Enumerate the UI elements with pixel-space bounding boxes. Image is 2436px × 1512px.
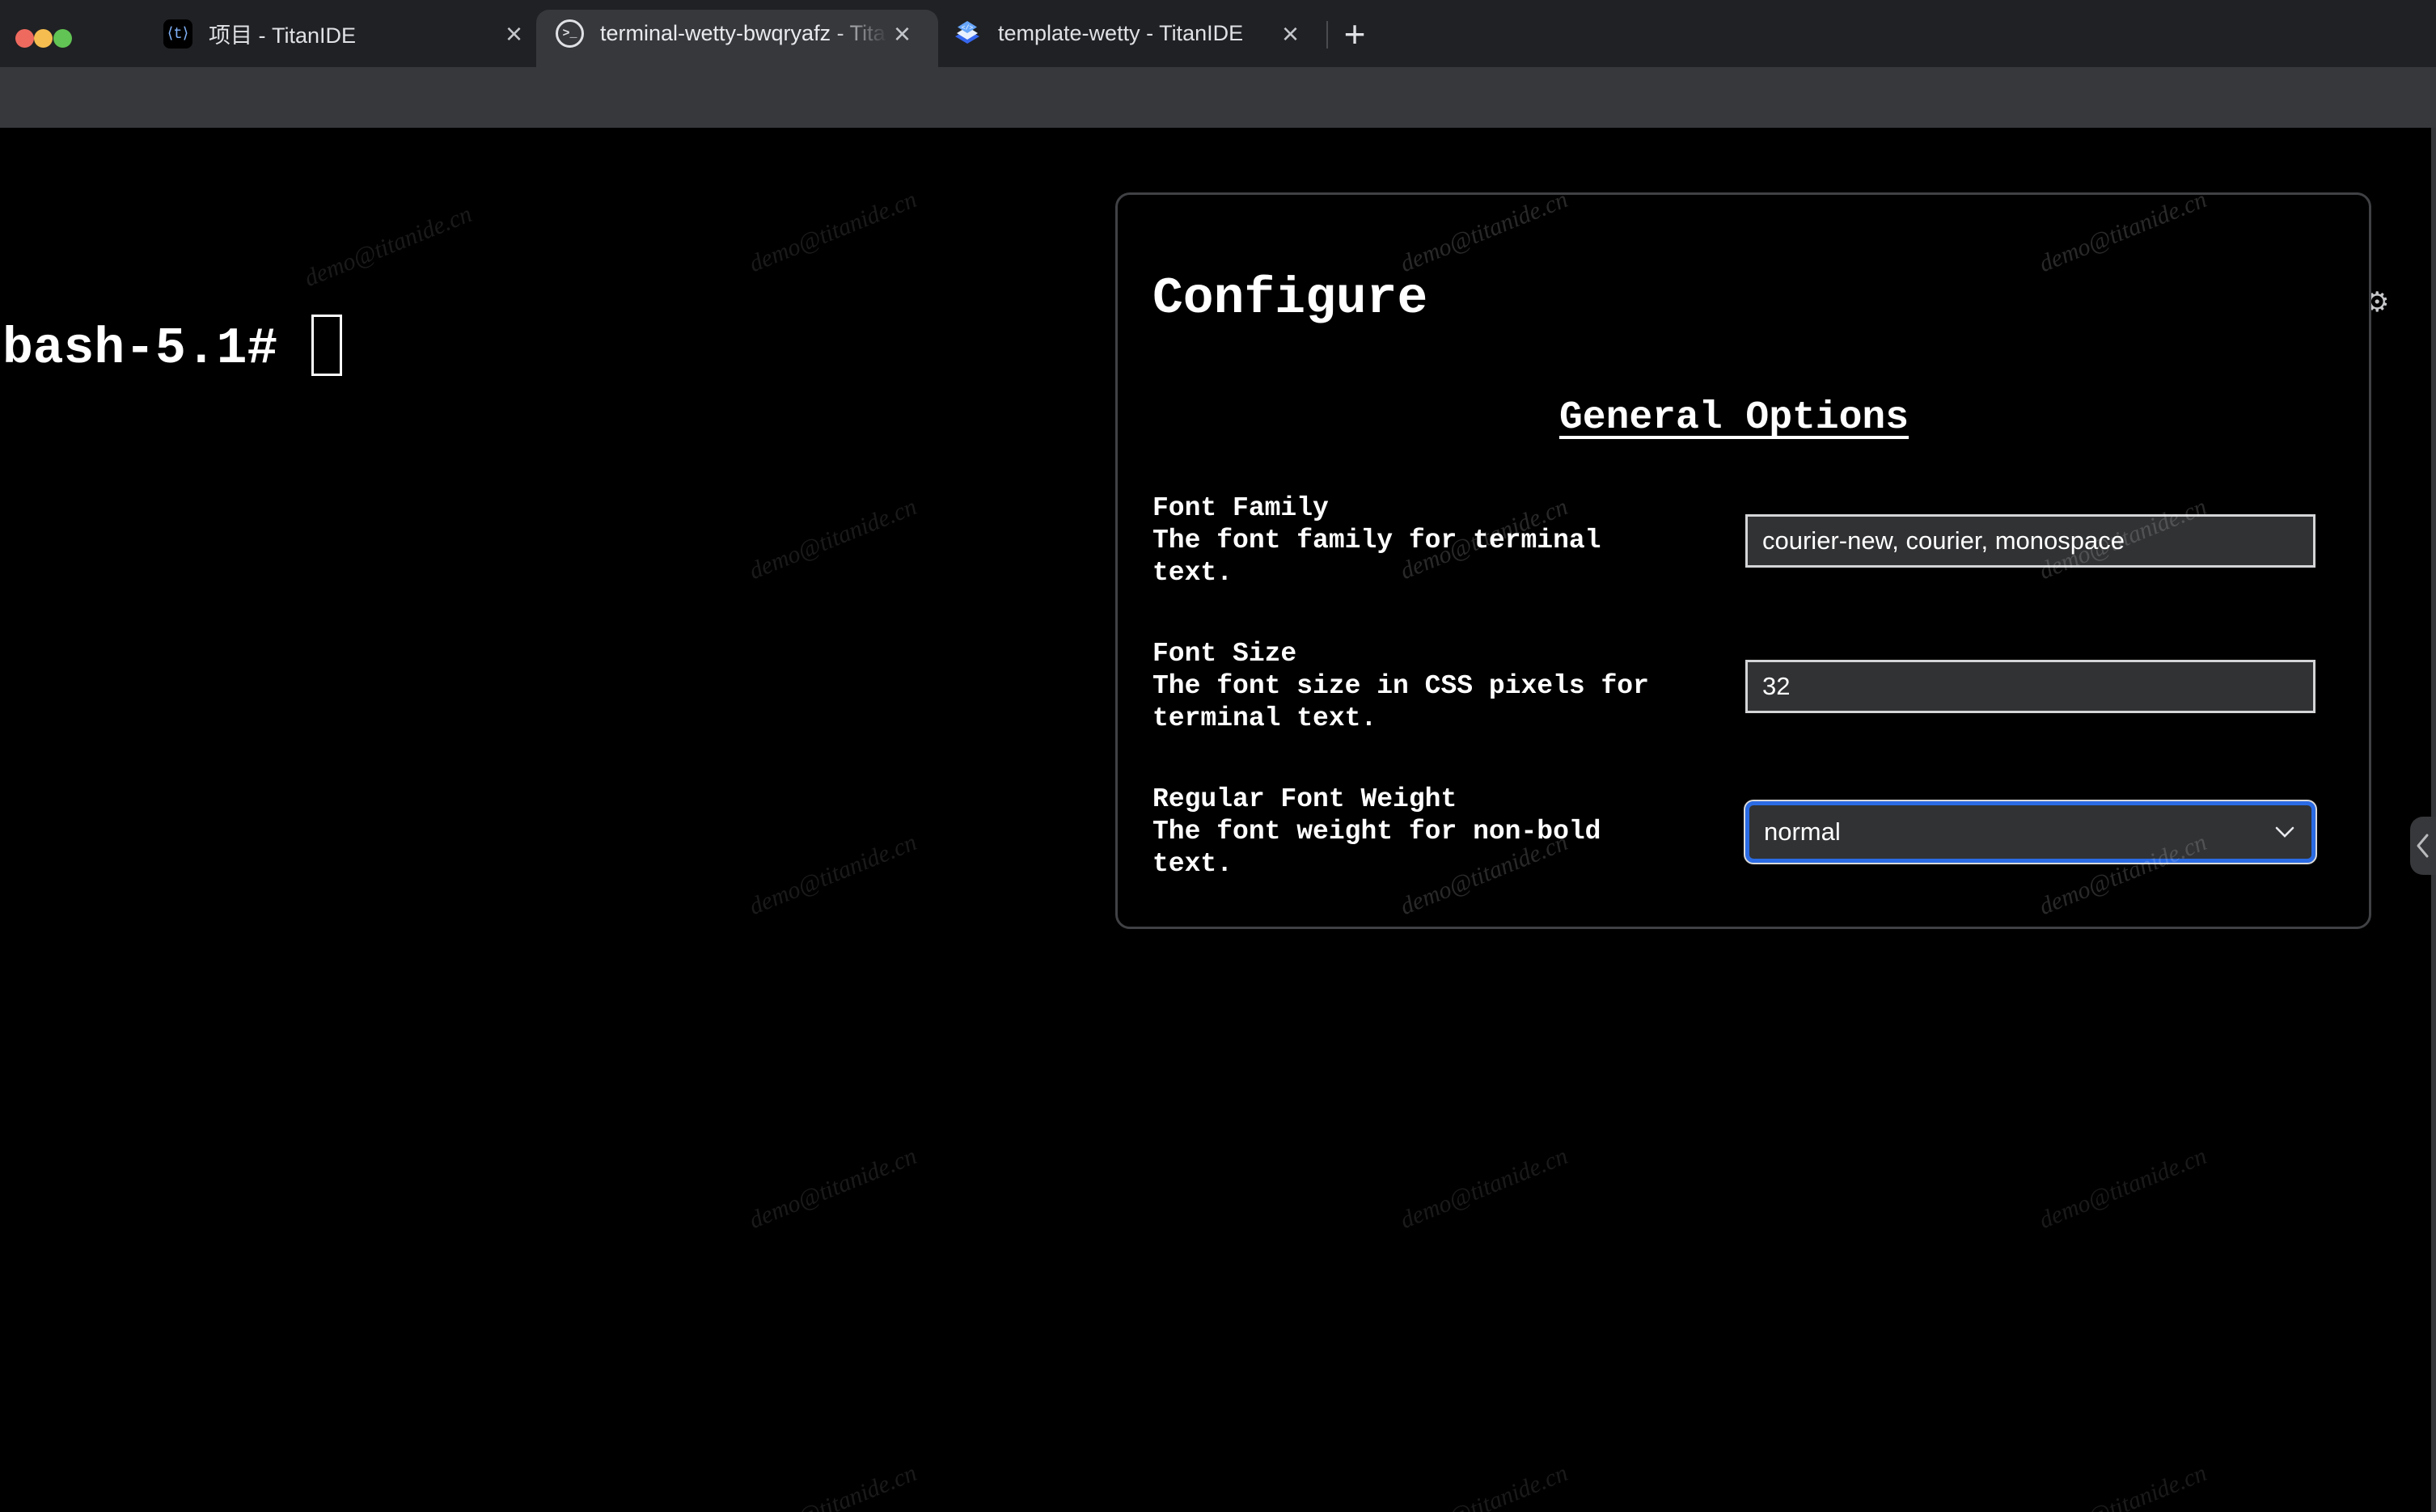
field-row-font-size: Font Size The font size in CSS pixels fo…	[1152, 638, 2315, 735]
watermark: demo@titanide.cn	[745, 829, 921, 921]
field-label: Regular Font Weight	[1152, 784, 1457, 814]
watermark: demo@titanide.cn	[300, 201, 476, 293]
minimize-window-button[interactable]	[34, 29, 53, 48]
field-label-block: Regular Font Weight The font weight for …	[1152, 783, 1690, 881]
browser-toolbar: try.titanide.cn/ide/web/coding/terminal-…	[0, 67, 2436, 188]
field-row-font-family: Font Family The font family for terminal…	[1152, 492, 2315, 589]
tab-terminal-wetty[interactable]: >_ terminal-wetty-bwqryafz - Tita ×	[536, 0, 938, 67]
section-title: General Options	[1558, 396, 1909, 440]
panel-title: Configure	[1152, 270, 1428, 327]
font-family-input[interactable]	[1745, 514, 2315, 568]
layers-code-glyph: </>	[962, 24, 974, 32]
chevron-down-icon	[2275, 826, 2294, 838]
new-tab-button[interactable]: +	[1336, 0, 1373, 67]
configure-panel: Configure General Options Font Family Th…	[1115, 192, 2371, 929]
field-label-block: Font Size The font size in CSS pixels fo…	[1152, 638, 1690, 735]
terminal-prompt: bash-5.1#	[2, 320, 278, 378]
close-tab-icon[interactable]: ×	[1282, 19, 1299, 49]
zoom-window-button[interactable]	[53, 29, 72, 48]
close-window-button[interactable]	[15, 29, 34, 48]
watermark: demo@titanide.cn	[2035, 1459, 2211, 1512]
tab-project-titanide[interactable]: ⟨t⟩ 项目 - TitanIDE ×	[137, 0, 535, 67]
tab-strip: ⟨t⟩ 项目 - TitanIDE × >_ terminal-wetty-bw…	[0, 0, 2436, 67]
tab-title-fade	[831, 21, 888, 46]
watermark: demo@titanide.cn	[1396, 1142, 1572, 1235]
field-row-regular-font-weight: Regular Font Weight The font weight for …	[1152, 783, 2315, 881]
options-list: Font Family The font family for terminal…	[1152, 492, 2315, 927]
tab-divider	[1326, 21, 1328, 49]
watermark: demo@titanide.cn	[745, 493, 921, 585]
font-size-input[interactable]	[1745, 660, 2315, 713]
collapse-panel-handle[interactable]	[2410, 817, 2436, 875]
select-value: normal	[1764, 817, 1841, 846]
titanide-t-icon: ⟨t⟩	[163, 19, 192, 49]
close-tab-icon[interactable]: ×	[894, 19, 911, 49]
field-description: The font family for terminal text.	[1152, 526, 1601, 588]
field-description: The font size in CSS pixels for terminal…	[1152, 671, 1649, 733]
field-description: The font weight for non-bold text.	[1152, 817, 1601, 879]
field-label: Font Family	[1152, 493, 1329, 523]
field-label: Font Size	[1152, 639, 1297, 669]
watermark: demo@titanide.cn	[745, 1142, 921, 1235]
terminal-page: bash-5.1# ⚙ ⚙ Configure General Options …	[0, 128, 2436, 1512]
regular-font-weight-select[interactable]: normal	[1745, 801, 2315, 863]
chevron-left-icon	[2417, 834, 2429, 858]
terminal-cursor	[311, 315, 342, 376]
tab-title: template-wetty - TitanIDE	[998, 21, 1244, 45]
watermark: demo@titanide.cn	[2035, 1142, 2211, 1235]
watermark: demo@titanide.cn	[745, 1459, 921, 1512]
tab-title: terminal-wetty-bwqryafz - Tita	[600, 21, 888, 46]
watermark: demo@titanide.cn	[745, 186, 921, 278]
watermark: demo@titanide.cn	[1396, 1459, 1572, 1512]
terminal-circle-icon: >_	[556, 19, 584, 48]
tab-title: 项目 - TitanIDE	[209, 23, 357, 48]
close-tab-icon[interactable]: ×	[505, 19, 522, 49]
blue-layers-icon: </>	[951, 18, 983, 50]
field-label-block: Font Family The font family for terminal…	[1152, 492, 1690, 589]
tab-template-wetty[interactable]: </> template-wetty - TitanIDE ×	[938, 0, 1317, 67]
